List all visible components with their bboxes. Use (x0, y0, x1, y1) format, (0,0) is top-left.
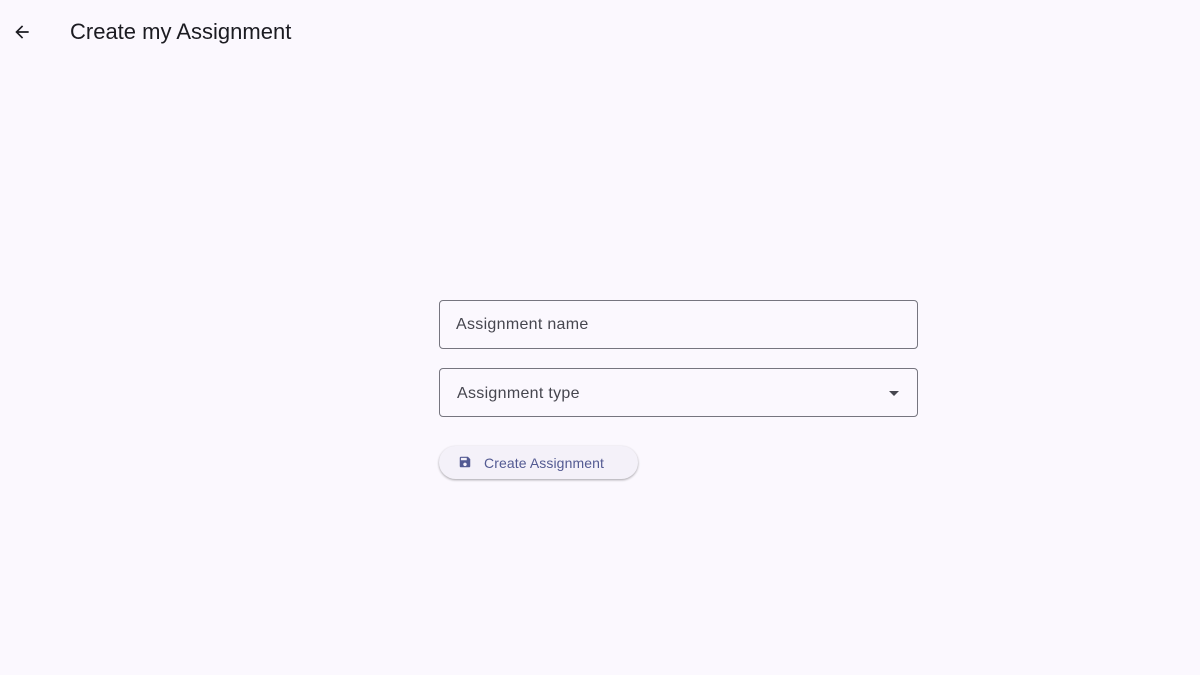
back-button[interactable] (4, 12, 40, 52)
app-bar: Create my Assignment (0, 0, 1200, 64)
app-screen: Create my Assignment Assignment type Cre… (0, 0, 1200, 675)
page-title: Create my Assignment (70, 19, 292, 44)
dropdown-arrow-icon (889, 391, 899, 396)
create-assignment-label: Create Assignment (484, 455, 604, 471)
save-icon (459, 456, 471, 468)
create-assignment-button[interactable]: Create Assignment (439, 446, 638, 479)
arrow-back-icon (15, 25, 29, 39)
assignment-type-label: Assignment type (457, 385, 580, 402)
assignment-name-field[interactable] (439, 300, 918, 349)
assignment-type-select[interactable]: Assignment type (439, 368, 918, 417)
assignment-name-input[interactable] (456, 301, 901, 348)
